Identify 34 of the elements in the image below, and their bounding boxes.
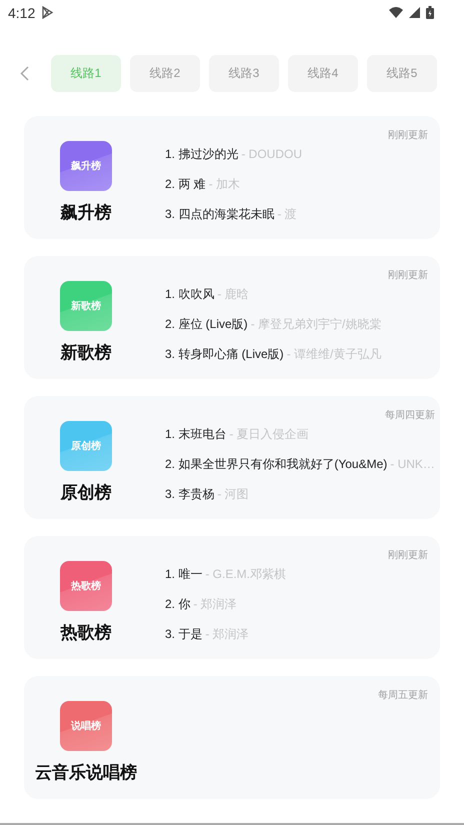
song-title: 3. 于是 [165, 626, 202, 642]
song-title: 1. 末班电台 [165, 426, 226, 442]
update-label: 刚刚更新 [388, 548, 428, 562]
song-title: 3. 转身即心痛 (Live版) [165, 346, 284, 362]
update-label: 每周五更新 [378, 688, 428, 702]
update-label: 刚刚更新 [388, 268, 428, 282]
song-title: 2. 座位 (Live版) [165, 316, 248, 332]
song-title: 1. 吹吹风 [165, 286, 214, 302]
cover-label: 热歌榜 [71, 580, 101, 593]
song-title: 2. 你 [165, 596, 190, 612]
chart-title: 热歌榜 [60, 622, 112, 644]
chart-title: 原创榜 [60, 482, 112, 504]
back-icon [20, 66, 28, 81]
song-title: 3. 四点的海棠花未眠 [165, 206, 274, 222]
update-label: 每周四更新 [384, 408, 435, 422]
play-store-icon [41, 6, 54, 19]
chart-title: 飙升榜 [60, 202, 112, 224]
chart-title: 云音乐说唱榜 [35, 762, 137, 784]
song-title: 1. 拂过沙的光 [165, 146, 238, 162]
cover-label: 飙升榜 [71, 160, 101, 173]
chart-title: 新歌榜 [60, 342, 112, 364]
cover-label: 原创榜 [71, 440, 101, 453]
song-title: 2. 两 难 [165, 176, 206, 192]
signal-icon [409, 7, 420, 18]
battery-icon [426, 6, 434, 19]
wifi-icon [389, 7, 403, 18]
song-title: 1. 唯一 [165, 566, 202, 582]
cover-label: 说唱榜 [71, 720, 101, 733]
update-label: 刚刚更新 [388, 128, 428, 142]
chart-card[interactable]: 说唱榜 云音乐说唱榜 每周五更新 [24, 676, 440, 799]
song-title: 2. 如果全世界只有你和我就好了(You&Me) [165, 456, 388, 472]
cover-label: 新歌榜 [71, 299, 101, 313]
status-time: 4:12 [8, 4, 36, 20]
song-title: 3. 李贵杨 [165, 486, 214, 502]
